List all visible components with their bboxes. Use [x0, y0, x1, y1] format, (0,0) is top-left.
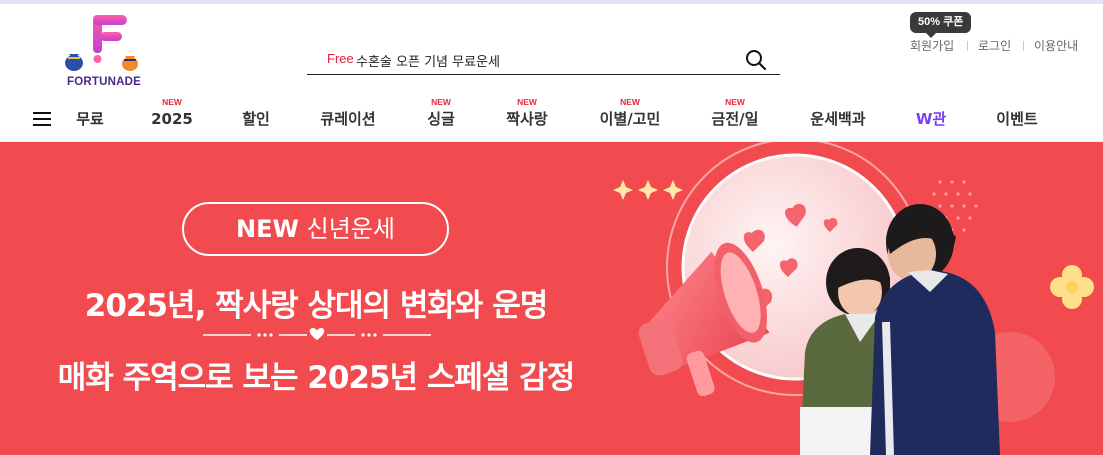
search-input[interactable]: 수혼술 오픈 기념 무료운세 [356, 51, 500, 70]
nav-item-2025[interactable]: 2025 [151, 108, 193, 130]
nav-item-single[interactable]: 싱글 [427, 108, 455, 130]
search-icon[interactable] [744, 48, 768, 72]
nav-item-event[interactable]: 이벤트 [996, 108, 1037, 130]
menu-icon[interactable] [33, 111, 51, 127]
heart-divider [203, 328, 431, 340]
login-link[interactable]: 로그인 [978, 38, 1011, 54]
nav-item-encyclopedia[interactable]: 운세백과 [810, 108, 865, 130]
nav-item-breakup[interactable]: 이별/고민 [600, 108, 661, 130]
pill-text: 신년운세 [306, 215, 395, 243]
nav-item-w-hall[interactable]: W관 [916, 108, 946, 130]
new-badge: NEW [517, 97, 537, 107]
nav-item-money[interactable]: 금전/일 [712, 108, 759, 130]
logo-text: FORTUNADE [67, 76, 141, 88]
nav-item-curation[interactable]: 큐레이션 [320, 108, 375, 130]
signup-link[interactable]: 회원가입 [910, 38, 954, 54]
nav-item-crush[interactable]: 짝사랑 [506, 108, 547, 130]
banner-headline-1: 2025년, 짝사랑 상대의 변화와 운명 [84, 288, 548, 324]
search-free-label: Free [327, 51, 354, 66]
nav-item-free[interactable]: 무료 [76, 108, 104, 130]
fortunade-logo[interactable]: FORTUNADE [60, 12, 150, 92]
promo-banner[interactable]: NEW 신년운세 2025년, 짝사랑 상대의 변화와 운명 매화 주역으로 보… [0, 142, 1103, 455]
top-accent-strip [0, 0, 1103, 4]
banner-pill: NEW 신년운세 [182, 202, 449, 256]
nav-item-discount[interactable]: 할인 [242, 108, 270, 130]
new-badge: NEW [162, 97, 182, 107]
banner-illustration [613, 142, 1094, 455]
banner-headline-2: 매화 주역으로 보는 2025년 스페셜 감정 [57, 360, 576, 396]
util-divider [1023, 41, 1024, 51]
pill-new-label: NEW [236, 215, 299, 243]
search-bar[interactable]: Free 수혼술 오픈 기념 무료운세 [307, 44, 780, 75]
new-badge: NEW [431, 97, 451, 107]
guide-link[interactable]: 이용안내 [1034, 38, 1078, 54]
util-divider [967, 41, 968, 51]
coupon-badge[interactable]: 50% 쿠폰 [910, 12, 972, 38]
new-badge: NEW [725, 97, 745, 107]
logo-mark [65, 15, 138, 71]
new-badge: NEW [620, 97, 640, 107]
